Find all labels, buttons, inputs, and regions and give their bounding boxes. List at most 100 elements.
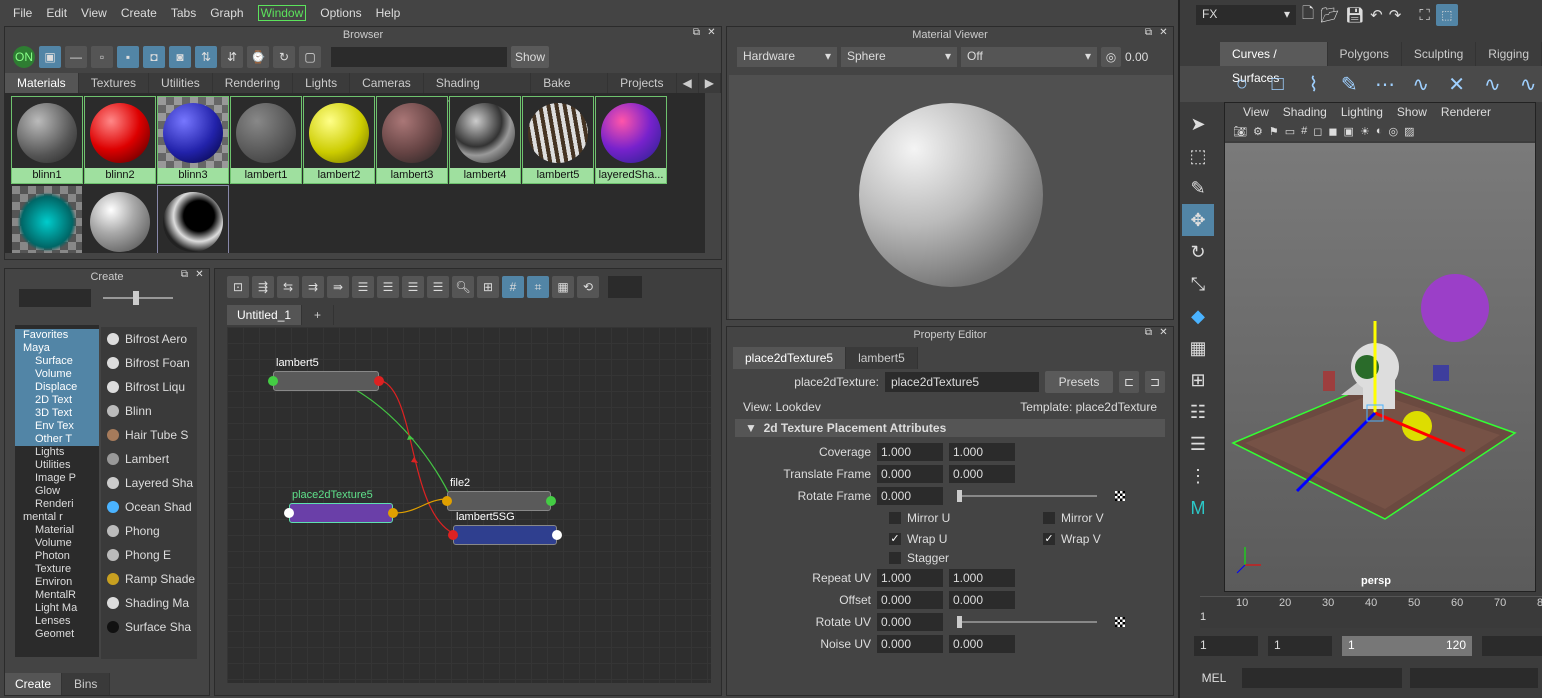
tab-polygons[interactable]: Polygons xyxy=(1328,42,1402,66)
noise-v-field[interactable]: 0.000 xyxy=(949,635,1015,653)
translate-u-field[interactable]: 0.000 xyxy=(877,465,943,483)
menu-graph[interactable]: Graph xyxy=(210,6,243,20)
grid-toggle-icon[interactable]: ⌗ xyxy=(527,276,549,298)
viewport-menu-renderer[interactable]: Renderer xyxy=(1441,105,1491,119)
create-tree-item[interactable]: Light Ma xyxy=(15,602,99,615)
create-item[interactable]: Hair Tube S xyxy=(101,423,197,447)
grid-snap-icon[interactable]: # xyxy=(502,276,524,298)
swatch-phong-unnamed[interactable] xyxy=(84,185,156,253)
menu-create[interactable]: Create xyxy=(121,6,157,20)
tab-shading-groups[interactable]: Shading Groups xyxy=(424,73,532,110)
translate-v-field[interactable]: 0.000 xyxy=(949,465,1015,483)
grid-icon[interactable]: # xyxy=(1301,125,1307,137)
list-view-icon[interactable]: — xyxy=(65,46,87,68)
mirror-v-checkbox[interactable] xyxy=(1043,512,1055,524)
range-slider[interactable]: 1 120 xyxy=(1342,636,1472,656)
lock-icon[interactable]: ▢ xyxy=(299,46,321,68)
create-tree-item[interactable]: Glow xyxy=(15,485,99,498)
create-tree-item[interactable]: Material xyxy=(15,524,99,537)
create-tree-item[interactable]: Other T xyxy=(15,433,99,446)
node-graph[interactable]: lambert5 place2dTexture5 file2 lambert5S… xyxy=(227,327,711,683)
intersect-curve-icon[interactable]: ✕ xyxy=(1443,70,1471,98)
tab-materials[interactable]: Materials xyxy=(5,73,79,93)
create-tree-item[interactable]: Maya xyxy=(15,342,99,355)
create-tree-item[interactable]: Texture xyxy=(15,563,99,576)
create-item[interactable]: Lambert xyxy=(101,447,197,471)
swatch-lambert5[interactable]: lambert5 xyxy=(522,96,594,184)
output-port[interactable] xyxy=(374,376,384,386)
wireframe-icon[interactable]: ◻ xyxy=(1313,125,1322,138)
input-port[interactable] xyxy=(284,508,294,518)
swatch-lambert1[interactable]: lambert1 xyxy=(230,96,302,184)
view-label[interactable]: View: Lookdev xyxy=(743,400,821,414)
tab-bake-sets[interactable]: Bake Sets xyxy=(531,73,609,110)
map-button-icon[interactable] xyxy=(1115,491,1125,501)
create-tree-item[interactable]: Favorites xyxy=(15,329,99,342)
mirror-u-checkbox[interactable] xyxy=(889,512,901,524)
textured-icon[interactable]: ▣ xyxy=(1344,125,1354,138)
ep-curve-icon[interactable]: ⋯ xyxy=(1371,70,1399,98)
last-tool-icon[interactable]: ◆ xyxy=(1182,300,1214,332)
bezier-curve-icon[interactable]: ∿ xyxy=(1407,70,1435,98)
tab-lambert5[interactable]: lambert5 xyxy=(846,347,918,369)
tab-rendering[interactable]: Rendering xyxy=(213,73,294,93)
wrap-v-checkbox[interactable]: ✓ xyxy=(1043,532,1055,545)
xlarge-icon[interactable]: ◙ xyxy=(169,46,191,68)
four-view-icon[interactable]: ⊞ xyxy=(1182,364,1214,396)
float-icon[interactable]: ⧉ xyxy=(1143,28,1154,39)
output-port[interactable] xyxy=(546,496,556,506)
simple-mode-icon[interactable]: ☰ xyxy=(352,276,374,298)
single-view-icon[interactable]: ▦ xyxy=(1182,332,1214,364)
create-tree-item[interactable]: Lights xyxy=(15,446,99,459)
create-item[interactable]: Shading Ma xyxy=(101,591,197,615)
swatch-blinn1[interactable]: blinn1 xyxy=(11,96,83,184)
focus-output-icon[interactable]: ⊐ xyxy=(1145,371,1165,393)
tab-lights[interactable]: Lights xyxy=(293,73,351,93)
io-connections-icon[interactable]: ⇆ xyxy=(277,276,299,298)
sort-time-icon[interactable]: ⌚ xyxy=(247,46,269,68)
wrap-u-checkbox[interactable]: ✓ xyxy=(889,532,901,545)
tab-create[interactable]: Create xyxy=(5,673,63,695)
swatch-lambert2[interactable]: lambert2 xyxy=(303,96,375,184)
sort-type-icon[interactable]: ⇵ xyxy=(221,46,243,68)
tab-textures[interactable]: Textures xyxy=(79,73,150,93)
stagger-checkbox[interactable] xyxy=(889,551,901,564)
create-tree-item[interactable]: 2D Text xyxy=(15,394,99,407)
create-filter-input[interactable] xyxy=(19,289,91,307)
tab-scroll-right-icon[interactable]: ▶ xyxy=(699,73,721,93)
create-tree-item[interactable]: Displace xyxy=(15,381,99,394)
swatch-texture-unnamed[interactable] xyxy=(11,185,83,253)
presets-button[interactable]: Presets xyxy=(1045,371,1113,393)
move-tool-icon[interactable]: ✥ xyxy=(1182,204,1214,236)
tab-cameras[interactable]: Cameras xyxy=(350,73,424,93)
create-tree-item[interactable]: Surface xyxy=(15,355,99,368)
end-time-field[interactable] xyxy=(1482,636,1542,656)
new-scene-icon[interactable]: 🗋︎ xyxy=(1302,3,1314,28)
shape-dropdown[interactable]: Sphere ▾ xyxy=(841,47,957,67)
float-icon[interactable]: ⧉ xyxy=(1143,328,1154,339)
output-connections-icon[interactable]: ⇉ xyxy=(302,276,324,298)
swatch-blinn3[interactable]: blinn3 xyxy=(157,96,229,184)
menu-tabs[interactable]: Tabs xyxy=(171,6,196,20)
create-item[interactable]: Surface Sha xyxy=(101,615,197,639)
camera-icon[interactable]: 📷︎ xyxy=(1233,125,1247,138)
size-slider[interactable] xyxy=(103,291,173,305)
tab-projects[interactable]: Projects xyxy=(608,73,677,93)
tab-curves-surfaces[interactable]: Curves / Surfaces xyxy=(1220,42,1328,85)
create-item[interactable]: Blinn xyxy=(101,399,197,423)
cv-curve-icon[interactable]: ⌇ xyxy=(1300,70,1328,98)
create-tree-item[interactable]: Image P xyxy=(15,472,99,485)
lasso-tool-icon[interactable]: ⬚ xyxy=(1182,140,1214,172)
noise-u-field[interactable]: 0.000 xyxy=(877,635,943,653)
panel-layout-icon[interactable]: ⋮ xyxy=(1182,460,1214,492)
scale-tool-icon[interactable]: ⤡ xyxy=(1182,268,1214,300)
full-mode-icon[interactable]: ☰ xyxy=(402,276,424,298)
playback-start-field[interactable]: 1 xyxy=(1268,636,1332,656)
frame-all-icon[interactable]: ⊡ xyxy=(227,276,249,298)
coverage-v-field[interactable]: 1.000 xyxy=(949,443,1015,461)
swatch-layered-shader[interactable]: layeredSha... xyxy=(595,96,667,184)
redo-icon[interactable]: ↷ xyxy=(1389,6,1402,24)
node-lambert5sg[interactable]: lambert5SG xyxy=(448,511,562,545)
create-tree-item[interactable]: 3D Text xyxy=(15,407,99,420)
outliner-layout-icon[interactable]: ☰ xyxy=(1182,428,1214,460)
